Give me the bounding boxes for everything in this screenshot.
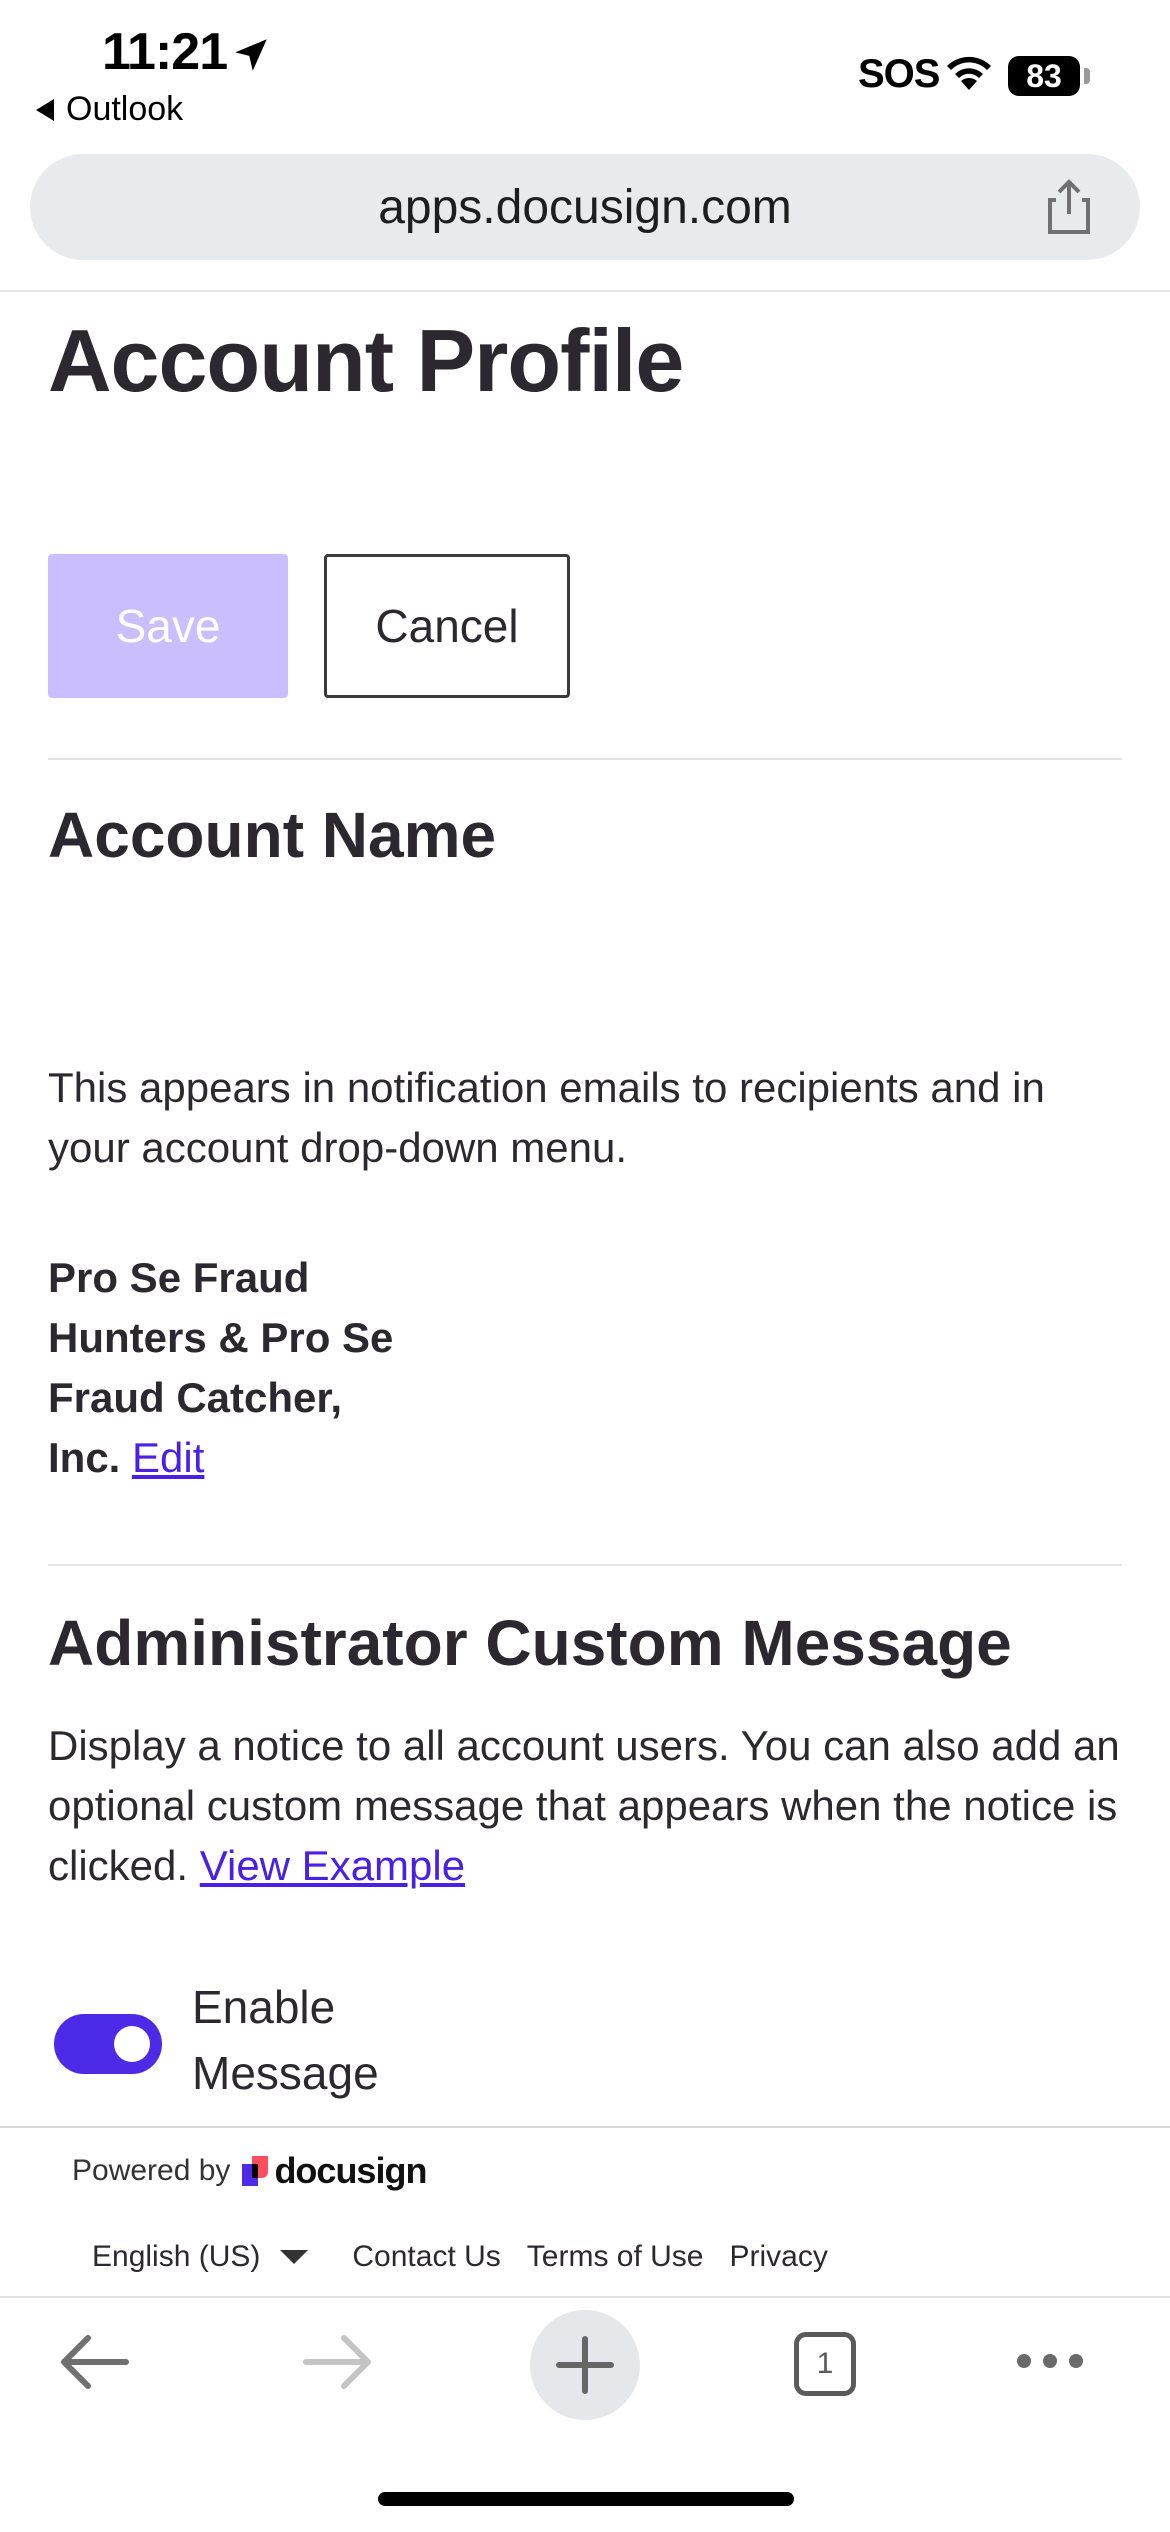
- battery-indicator: 83: [1008, 56, 1080, 96]
- back-app-label: Outlook: [66, 90, 184, 128]
- account-name-line: Inc.: [48, 1434, 121, 1481]
- back-arrow-icon[interactable]: [56, 2330, 132, 2394]
- account-name-value: Pro Se Fraud Hunters & Pro Se Fraud Catc…: [48, 1248, 448, 1488]
- language-label: English (US): [92, 2240, 261, 2273]
- plus-icon: [556, 2336, 614, 2394]
- admin-message-heading: Administrator Custom Message: [48, 1607, 1012, 1679]
- privacy-link[interactable]: Privacy: [730, 2240, 828, 2274]
- account-name-heading: Account Name: [48, 799, 497, 871]
- toggle-label-line: Message: [192, 2047, 379, 2099]
- page-title: Account Profile: [48, 311, 684, 410]
- address-bar[interactable]: apps.docusign.com: [30, 154, 1140, 260]
- url-text: apps.docusign.com: [378, 180, 792, 234]
- account-name-line: Hunters & Pro Se: [48, 1314, 394, 1361]
- tab-switcher-button[interactable]: 1: [794, 2332, 856, 2396]
- powered-by-label: Powered by: [72, 2154, 231, 2187]
- forward-arrow-icon[interactable]: [300, 2330, 376, 2394]
- admin-message-description: Display a notice to all account users. Y…: [48, 1716, 1128, 1896]
- powered-by: Powered by docusign: [72, 2150, 427, 2192]
- language-select[interactable]: English (US): [92, 2240, 309, 2274]
- chevron-down-icon: [280, 2250, 309, 2264]
- section-divider: [48, 1564, 1122, 1566]
- new-tab-button[interactable]: [530, 2310, 640, 2420]
- save-button[interactable]: Save: [48, 554, 288, 698]
- top-divider: [0, 290, 1170, 292]
- cancel-button[interactable]: Cancel: [324, 554, 570, 698]
- footer-links: English (US) Contact Us Terms of Use Pri…: [92, 2240, 854, 2274]
- contact-us-link[interactable]: Contact Us: [352, 2240, 500, 2274]
- battery-nub: [1084, 68, 1090, 84]
- carrier-status: SOS: [858, 52, 940, 96]
- brand-name: docusign: [274, 2150, 427, 2191]
- wifi-icon: [947, 56, 991, 90]
- home-indicator: [378, 2492, 794, 2506]
- edit-account-name-link[interactable]: Edit: [132, 1434, 204, 1481]
- back-to-app-link[interactable]: Outlook: [36, 90, 183, 129]
- toggle-label-line: Enable: [192, 1981, 336, 2033]
- share-icon[interactable]: [1036, 174, 1102, 240]
- toggle-knob: [114, 2026, 150, 2062]
- toolbar-divider: [0, 2296, 1170, 2298]
- enable-message-label: Enable Message: [192, 1974, 379, 2106]
- section-divider: [48, 758, 1122, 760]
- terms-of-use-link[interactable]: Terms of Use: [527, 2240, 704, 2274]
- account-name-line: Pro Se Fraud: [48, 1254, 310, 1301]
- enable-message-toggle[interactable]: [54, 2014, 162, 2074]
- more-options-icon[interactable]: [1014, 2348, 1086, 2374]
- docusign-logo-icon: [242, 2156, 269, 2186]
- account-name-line: Fraud Catcher,: [48, 1374, 343, 1421]
- location-arrow-icon: [235, 39, 267, 71]
- account-name-description: This appears in notification emails to r…: [48, 1064, 1045, 1171]
- back-triangle-icon: [36, 98, 54, 121]
- footer-divider: [0, 2126, 1170, 2128]
- docusign-logo: docusign: [242, 2150, 427, 2192]
- view-example-link[interactable]: View Example: [200, 1842, 465, 1889]
- status-time: 11:21: [102, 23, 228, 81]
